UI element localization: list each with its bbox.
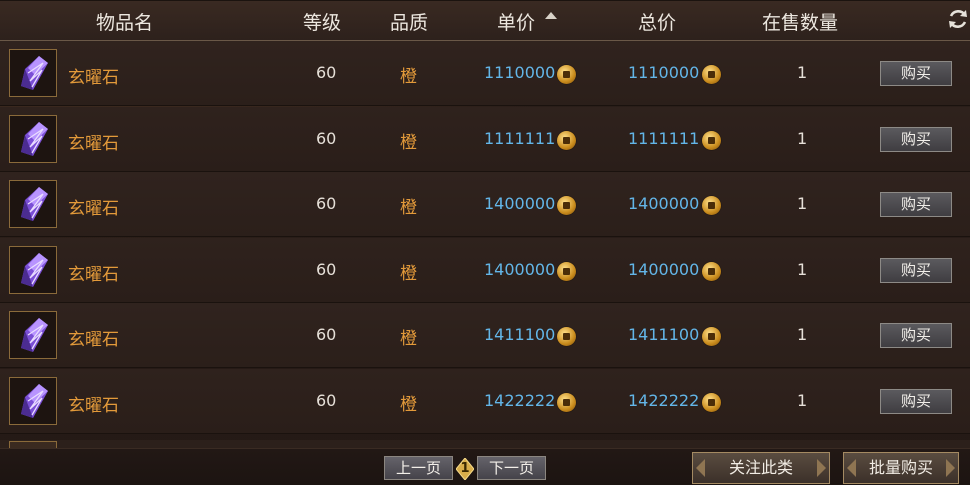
unit-price: 1400000 <box>484 194 556 214</box>
unit-price: 1110000 <box>484 63 556 82</box>
coin-icon <box>702 130 721 150</box>
arrow-right-decor-icon <box>946 459 955 477</box>
coin-icon <box>702 261 721 281</box>
item-quality: 橙 <box>400 198 417 219</box>
header-unit-price[interactable]: 单价 <box>497 8 535 35</box>
on-sale-count: 1 <box>797 391 808 410</box>
total-price: 1400000 <box>628 259 700 279</box>
prev-page-button[interactable]: 上一页 <box>384 456 453 480</box>
sort-ascending-icon[interactable] <box>545 12 557 19</box>
item-level: 60 <box>316 259 337 279</box>
purple-crystal-icon <box>21 121 48 156</box>
unit-price: 1411100 <box>484 325 556 345</box>
total-price: 1110000 <box>628 63 700 82</box>
purple-crystal-icon <box>21 187 48 222</box>
partial-row <box>0 440 970 448</box>
item-slot[interactable] <box>9 245 57 294</box>
buy-button[interactable]: 购买 <box>880 61 952 86</box>
on-sale-count: 1 <box>797 194 808 214</box>
buy-button[interactable]: 购买 <box>880 323 952 349</box>
item-quality: 橙 <box>400 329 417 350</box>
item-quality: 橙 <box>400 395 417 415</box>
item-level: 60 <box>316 63 337 82</box>
item-level: 60 <box>316 128 337 148</box>
unit-price: 1400000 <box>484 259 556 279</box>
coin-icon <box>557 393 576 412</box>
table-row[interactable]: 玄曜石 60 橙 1422222 1422222 1 购买 <box>0 369 970 434</box>
table-row[interactable]: 玄曜石 60 橙 1111111 1111111 1 购买 <box>0 106 970 172</box>
total-price: 1111111 <box>628 128 700 148</box>
purple-crystal-icon <box>21 252 48 287</box>
on-sale-count: 1 <box>797 325 808 345</box>
item-slot[interactable] <box>9 49 57 97</box>
table-header: 物品名 等级 品质 单价 总价 在售数量 <box>0 0 970 41</box>
follow-category-label: 关注此类 <box>728 458 793 477</box>
unit-price: 1422222 <box>484 391 556 410</box>
coin-icon <box>702 65 721 84</box>
item-slot[interactable] <box>9 377 57 425</box>
coin-icon <box>702 393 721 412</box>
buy-button[interactable]: 购买 <box>880 257 952 283</box>
table-row[interactable]: 玄曜石 60 橙 1110000 1110000 1 购买 <box>0 41 970 106</box>
coin-icon <box>702 196 721 216</box>
header-on-sale-count[interactable]: 在售数量 <box>762 8 838 35</box>
coin-icon <box>557 130 576 150</box>
item-slot[interactable] <box>9 114 57 163</box>
item-slot[interactable] <box>9 180 57 229</box>
purple-crystal-icon <box>21 56 48 90</box>
item-quality: 橙 <box>400 132 417 153</box>
item-level: 60 <box>316 391 337 410</box>
current-page-indicator: 1 <box>455 457 475 481</box>
header-total-price[interactable]: 总价 <box>638 8 676 35</box>
header-quality[interactable]: 品质 <box>390 8 428 35</box>
unit-price: 1111111 <box>484 128 556 148</box>
item-quality: 橙 <box>400 263 417 284</box>
buy-button[interactable]: 购买 <box>880 192 952 218</box>
next-page-button[interactable]: 下一页 <box>477 456 546 480</box>
header-item-name[interactable]: 物品名 <box>96 8 153 35</box>
buy-button[interactable]: 购买 <box>880 389 952 414</box>
item-slot[interactable] <box>9 311 57 360</box>
purple-crystal-icon <box>21 318 48 353</box>
table-row[interactable]: 玄曜石 60 橙 1400000 1400000 1 购买 <box>0 172 970 238</box>
on-sale-count: 1 <box>797 259 808 279</box>
arrow-left-decor-icon <box>847 459 856 477</box>
purple-crystal-icon <box>21 384 48 418</box>
item-level: 60 <box>316 194 337 214</box>
coin-icon <box>557 196 576 216</box>
item-name: 玄曜石 <box>68 396 119 416</box>
bulk-buy-button[interactable]: 批量购买 <box>843 452 959 484</box>
item-name: 玄曜石 <box>68 199 119 220</box>
coin-icon <box>557 261 576 281</box>
total-price: 1411100 <box>628 325 700 345</box>
item-level: 60 <box>316 325 337 345</box>
on-sale-count: 1 <box>797 128 808 148</box>
buy-button[interactable]: 购买 <box>880 126 952 152</box>
refresh-icon[interactable] <box>946 7 970 31</box>
table-row[interactable]: 玄曜石 60 橙 1400000 1400000 1 购买 <box>0 237 970 303</box>
total-price: 1400000 <box>628 194 700 214</box>
item-name: 玄曜石 <box>68 68 119 88</box>
item-name: 玄曜石 <box>68 330 119 351</box>
table-row[interactable]: 玄曜石 60 橙 1411100 1411100 1 购买 <box>0 303 970 369</box>
coin-icon <box>557 327 576 347</box>
bulk-buy-label: 批量购买 <box>868 458 933 477</box>
follow-category-button[interactable]: 关注此类 <box>692 452 830 484</box>
item-name: 玄曜石 <box>68 133 119 154</box>
coin-icon <box>557 65 576 84</box>
item-quality: 橙 <box>400 67 417 87</box>
current-page-number: 1 <box>460 461 470 476</box>
header-level[interactable]: 等级 <box>303 8 341 35</box>
on-sale-count: 1 <box>797 63 808 82</box>
arrow-left-decor-icon <box>696 459 705 477</box>
item-name: 玄曜石 <box>68 264 119 285</box>
arrow-right-decor-icon <box>817 459 826 477</box>
total-price: 1422222 <box>628 391 700 410</box>
coin-icon <box>702 327 721 347</box>
